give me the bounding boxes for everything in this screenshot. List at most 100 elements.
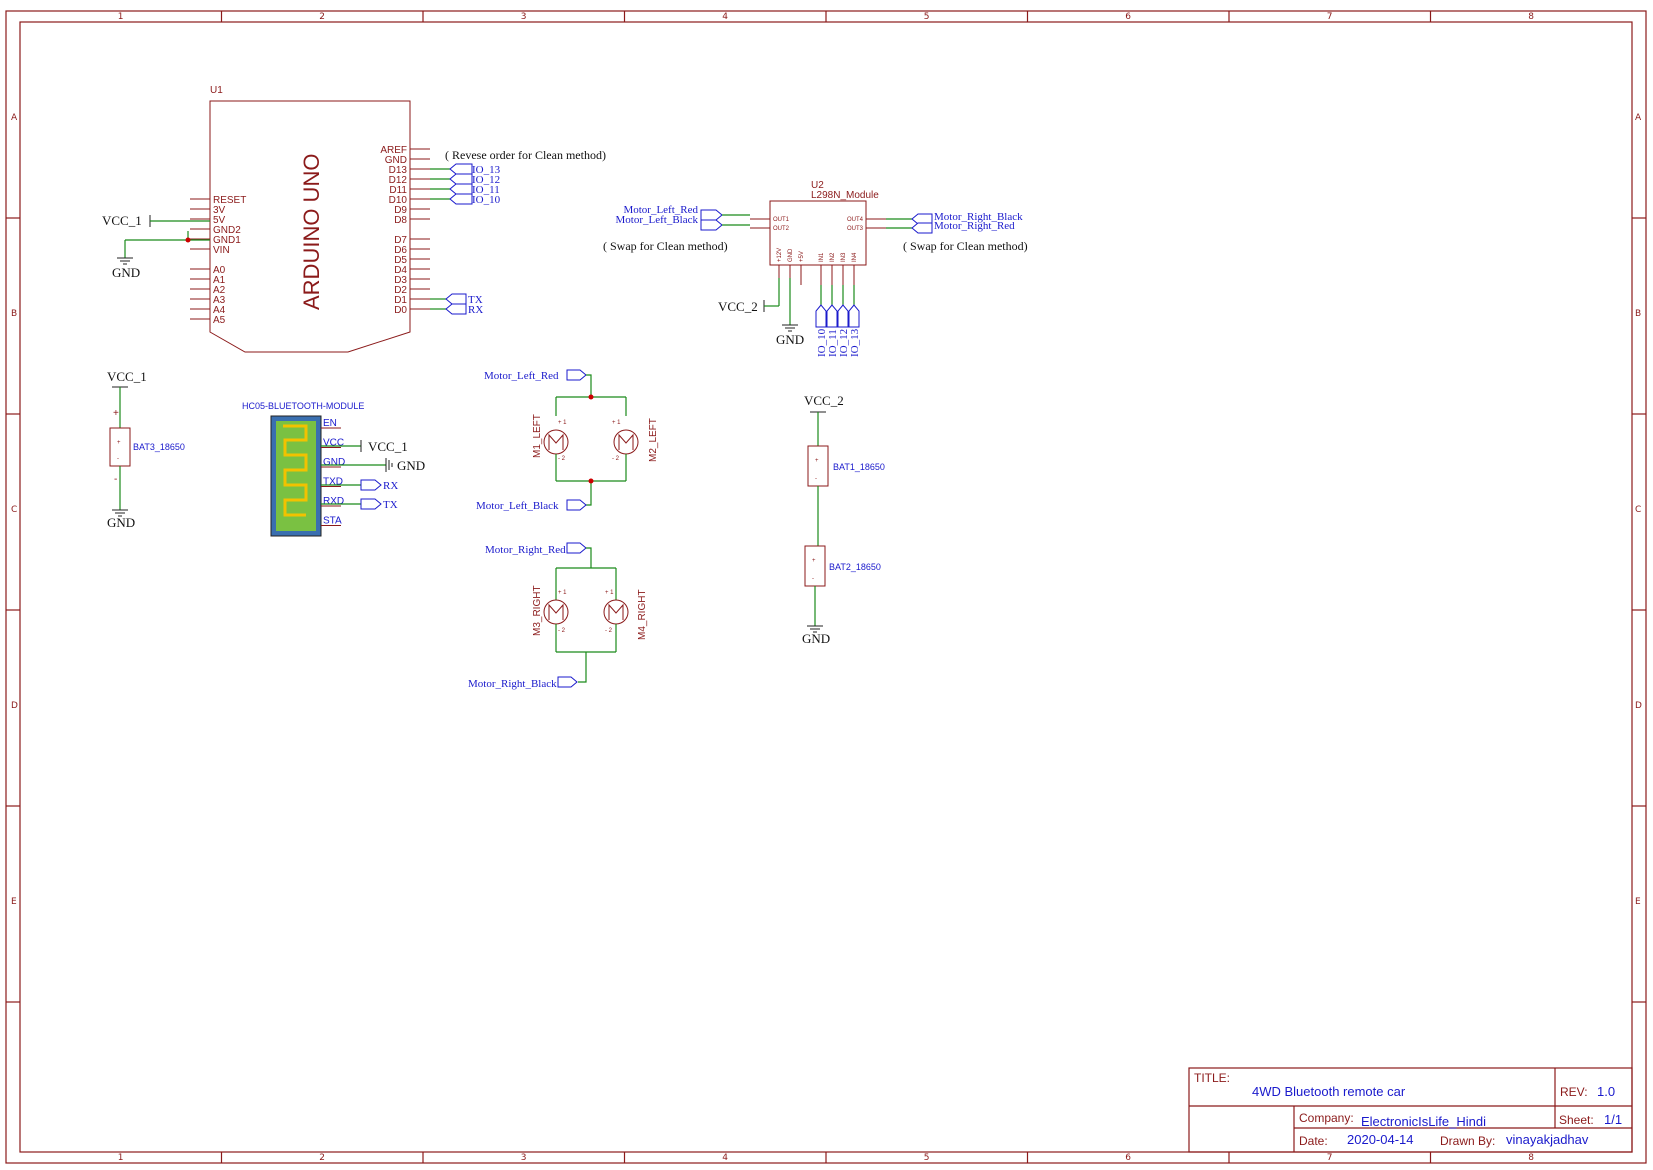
svg-text:+: +	[117, 440, 121, 446]
l298n-right-note: ( Swap for Clean method)	[903, 239, 1028, 253]
sheet-frame: 1 1 2 2 3 3 4 4 5 5 6 6 7 7 8 8 A A B B C C D D E E	[5, 10, 1647, 1164]
m1-label: M1_LEFT	[532, 414, 543, 458]
column-marker-bottom: 6	[1125, 1153, 1131, 1163]
column-marker-top: 3	[521, 12, 527, 22]
bluetooth-pin: VCC	[323, 438, 344, 449]
company-key: Company:	[1299, 1111, 1354, 1125]
arduino-gnd-label: GND	[112, 265, 140, 280]
svg-text:- 2: - 2	[558, 456, 566, 462]
l298n-vcc-label: VCC_2	[718, 299, 758, 314]
l298n-pin: OUT1	[773, 217, 790, 223]
arduino-uno-symbol[interactable]: U1 ARDUINO UNO RESET3V5VGND2GND1VINA0A1A…	[190, 85, 430, 353]
column-marker-bottom: 8	[1528, 1153, 1534, 1163]
sheet-key: Sheet:	[1559, 1113, 1594, 1127]
arduino-pin: VIN	[213, 245, 230, 256]
schematic-sheet: 1 1 2 2 3 3 4 4 5 5 6 6 7 7 8 8 A A B B C C D D E E U1 ARDUINO U…	[5, 10, 1647, 1164]
svg-text:- 2: - 2	[612, 456, 620, 462]
row-marker-right: E	[1635, 897, 1641, 907]
l298n-pin: +5V	[799, 251, 805, 262]
left-motors[interactable]: Motor_Left_Red M1_LEFT M2_LEFT + 1 - 2 +…	[476, 369, 659, 512]
title-value: 4WD Bluetooth remote car	[1252, 1084, 1406, 1099]
drawn-key: Drawn By:	[1440, 1134, 1495, 1148]
column-marker-bottom: 1	[118, 1153, 124, 1163]
date-value: 2020-04-14	[1347, 1132, 1414, 1147]
svg-text:- 2: - 2	[558, 628, 566, 634]
bat3-plus: +	[113, 408, 119, 419]
hc05-bluetooth-module[interactable]: HC05-BLUETOOTH-MODULE EN VCC GND TXD RXD STA	[242, 401, 364, 537]
right-motors[interactable]: Motor_Right_Red M3_RIGHT M4_RIGHT + 1 - …	[468, 542, 648, 690]
l298n-power: VCC_2 GND	[718, 278, 804, 347]
bat3-battery[interactable]: VCC_1 + + - BAT3_18650 - GND	[107, 369, 185, 530]
arduino-ref: U1	[210, 85, 223, 96]
batpack-vcc-label: VCC_2	[804, 393, 844, 408]
column-marker-bottom: 2	[319, 1153, 325, 1163]
title-block: TITLE: 4WD Bluetooth remote car REV: 1.0…	[1188, 1067, 1633, 1153]
l298n-io-net-label: IO_13	[849, 328, 861, 357]
l298n-name: L298N_Module	[811, 190, 879, 201]
column-marker-top: 2	[319, 12, 325, 22]
bluetooth-rx-net: RX	[383, 480, 398, 492]
arduino-reverse-note: ( Revese order for Clean method)	[445, 148, 606, 162]
title-key: TITLE:	[1194, 1071, 1230, 1085]
svg-text:-: -	[117, 456, 119, 462]
l298n-pin: OUT4	[847, 217, 864, 223]
arduino-io-nets: IO_13IO_12IO_11IO_10	[430, 163, 501, 206]
arduino-io-net-label: IO_10	[472, 194, 501, 206]
column-marker-top: 6	[1125, 12, 1131, 22]
bluetooth-pin: TXD	[323, 477, 343, 488]
l298n-pin: IN1	[819, 252, 825, 262]
bluetooth-gnd-label: GND	[397, 458, 425, 473]
column-marker-top: 4	[722, 12, 728, 22]
bluetooth-vcc-label: VCC_1	[368, 439, 408, 454]
column-marker-top: 1	[118, 12, 124, 22]
bat3-ref: BAT3_18650	[133, 442, 185, 452]
column-marker-top: 7	[1327, 12, 1333, 22]
bluetooth-title: HC05-BLUETOOTH-MODULE	[242, 401, 364, 411]
arduino-gnd-net: GND	[112, 231, 210, 280]
bat3-minus: -	[114, 474, 117, 485]
l298n-module-symbol[interactable]: U2 L298N_Module OUT1OUT2OUT4OUT3+12V GND +…	[750, 180, 886, 285]
column-marker-bottom: 7	[1327, 1153, 1333, 1163]
arduino-serial-nets: TXRX	[430, 293, 483, 316]
motor-left-red-net: Motor_Left_Red	[484, 370, 559, 382]
l298n-io-nets: IO_10 IO_11 IO_12 IO_13	[815, 285, 861, 357]
column-marker-top: 5	[924, 12, 930, 22]
svg-text:+ 1: + 1	[605, 590, 614, 596]
l298n-pin: IN2	[830, 252, 836, 262]
l298n-gnd-label: GND	[776, 332, 804, 347]
svg-text:+ 1: + 1	[558, 420, 567, 426]
bluetooth-pin: STA	[323, 516, 342, 527]
arduino-serial-net-label: RX	[468, 304, 483, 316]
m3-label: M3_RIGHT	[532, 585, 543, 636]
column-marker-bottom: 4	[722, 1153, 728, 1163]
l298n-pin: OUT3	[847, 226, 864, 232]
row-marker-left: E	[11, 897, 17, 907]
l298n-pin: IN3	[841, 252, 847, 262]
svg-text:-: -	[812, 576, 814, 582]
m2-label: M2_LEFT	[648, 418, 659, 462]
bat1-ref: BAT1_18650	[833, 462, 885, 472]
bluetooth-pin: RXD	[323, 496, 344, 507]
l298n-left-net-label: Motor_Left_Black	[616, 214, 699, 226]
motor-right-red-net: Motor_Right_Red	[485, 544, 566, 556]
l298n-left-note: ( Swap for Clean method)	[603, 239, 728, 253]
bluetooth-tx-net: TX	[383, 499, 398, 511]
arduino-vcc-net: VCC_1	[102, 213, 210, 228]
motor-right-black-net: Motor_Right_Black	[468, 678, 557, 690]
l298n-nets: Motor_Left_RedMotor_Left_Black Motor_Righ…	[616, 204, 1023, 234]
arduino-pin: D0	[394, 305, 407, 316]
vcc2-battery-pack[interactable]: VCC_2 + - BAT1_18650 + - BAT2_18650 GND	[802, 393, 885, 646]
arduino-pin: A5	[213, 315, 226, 326]
l298n-pin: IN4	[852, 252, 858, 262]
row-marker-right: B	[1635, 309, 1641, 319]
row-marker-left: A	[11, 113, 18, 123]
row-marker-left: C	[11, 505, 17, 515]
rev-value: 1.0	[1597, 1084, 1615, 1099]
batpack-gnd-label: GND	[802, 631, 830, 646]
row-marker-left: B	[11, 309, 17, 319]
row-marker-right: C	[1635, 505, 1641, 515]
motor-left-black-net: Motor_Left_Black	[476, 500, 559, 512]
row-marker-right: D	[1635, 701, 1642, 711]
arduino-name: ARDUINO UNO	[299, 154, 324, 310]
row-marker-right: A	[1635, 113, 1642, 123]
